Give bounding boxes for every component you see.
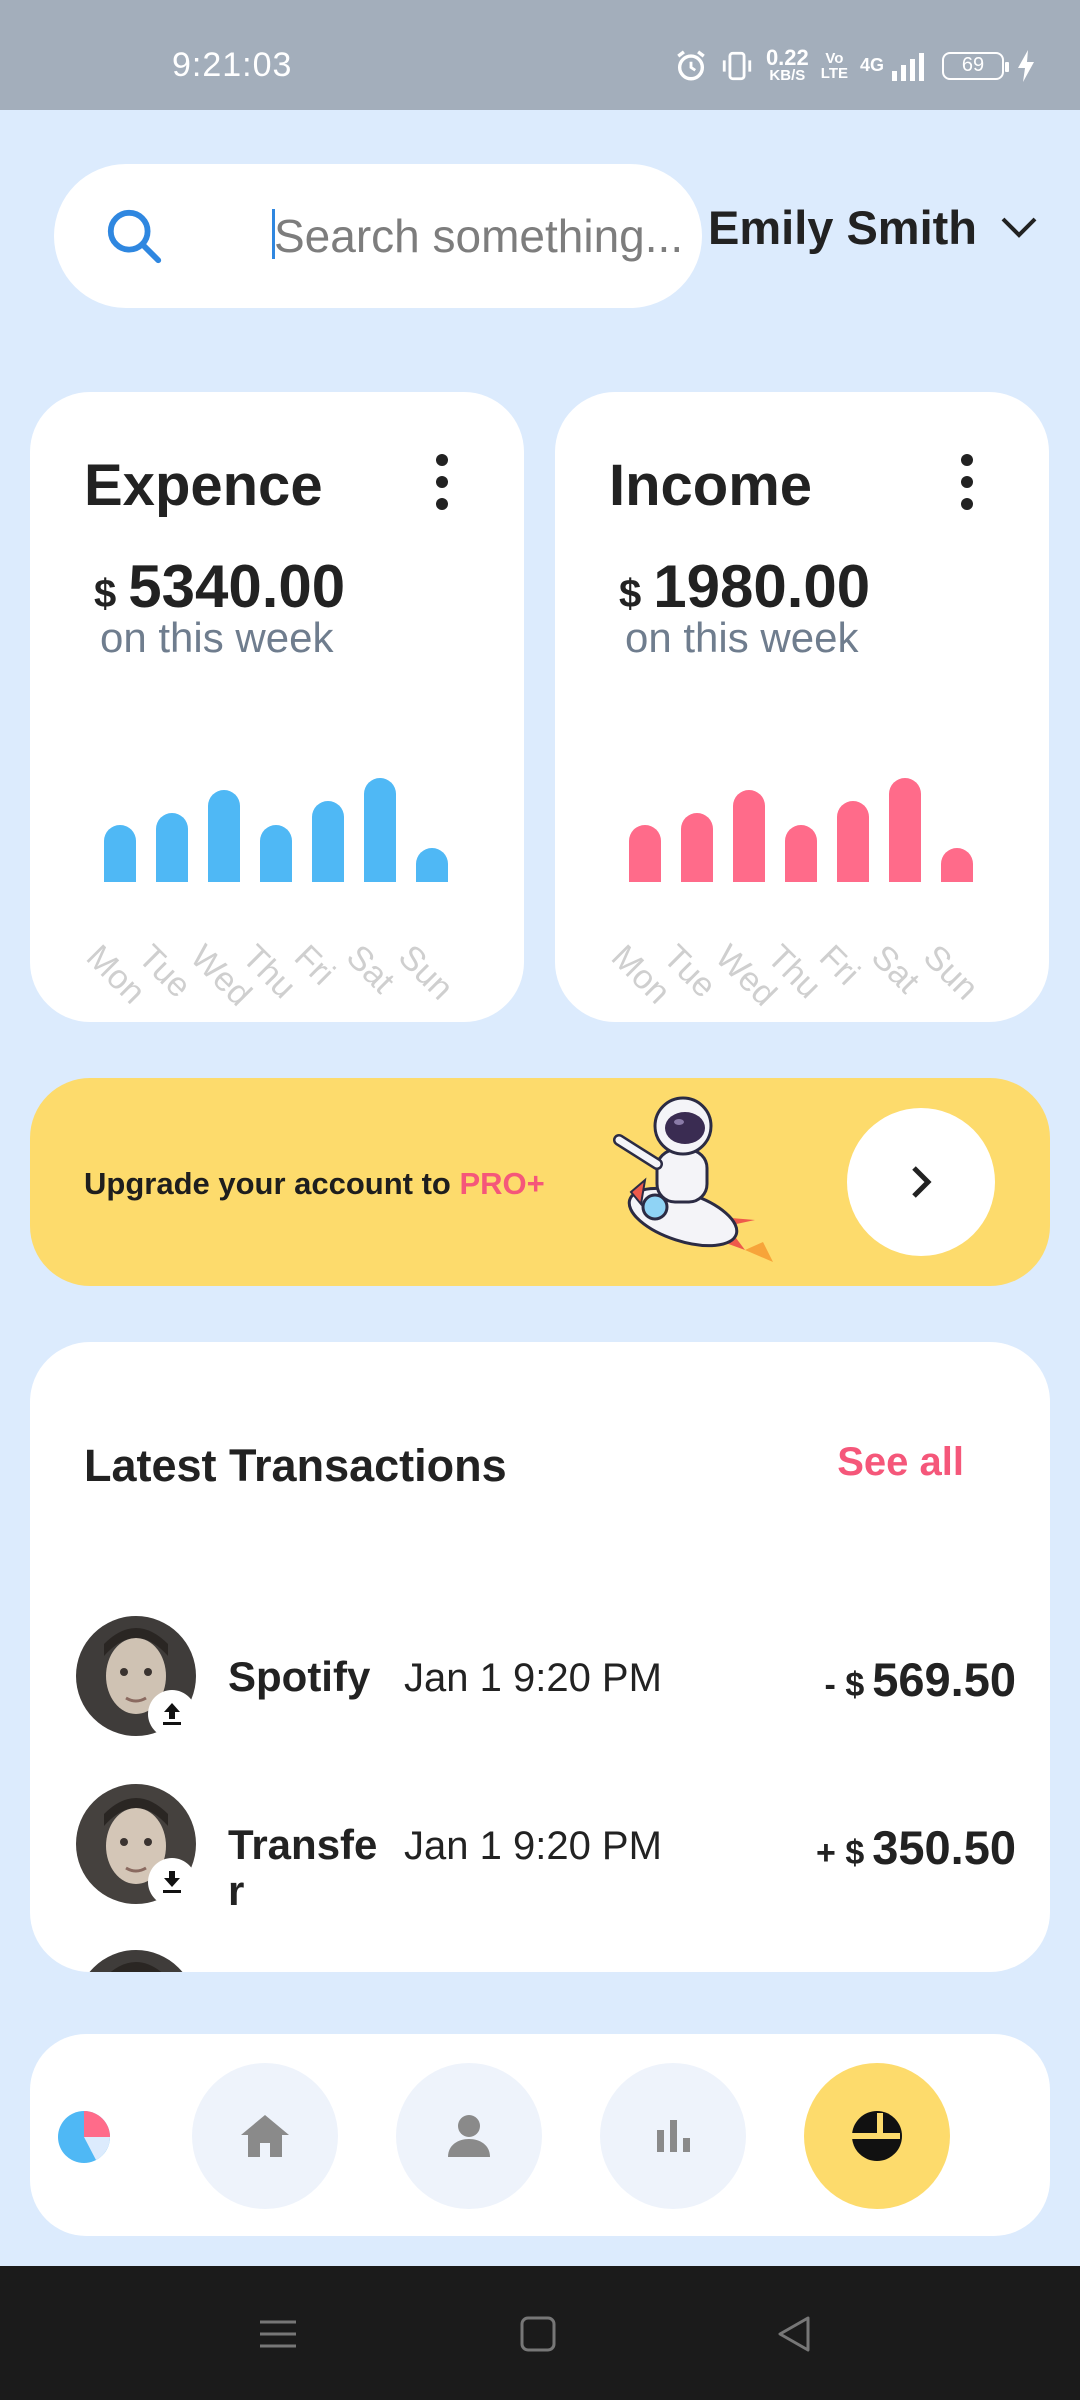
vibrate-icon (722, 51, 752, 80)
battery-indicator: 69 (942, 51, 1009, 80)
chart-bar-wed (733, 790, 765, 882)
bar-chart-icon (657, 2120, 690, 2152)
net-speed-unit: KB/S (769, 67, 806, 84)
search-bar[interactable] (54, 164, 702, 308)
search-icon (107, 209, 162, 264)
chart-bar-thu (260, 825, 292, 882)
chart-bar-tue (681, 813, 713, 882)
status-icons: 0.22 KB/S Vo LTE 4G 69 (674, 45, 1036, 84)
currency-symbol: $ (94, 572, 117, 616)
more-options-icon[interactable] (430, 454, 454, 510)
home-icon (241, 2115, 289, 2157)
chart-bar-mon (104, 825, 136, 882)
network-type: 4G (859, 55, 884, 75)
day-label: Sun (390, 937, 461, 1008)
upgrade-text: Upgrade your account to PRO+ (84, 1166, 545, 1202)
card-title: Expence (84, 453, 323, 518)
home-square-icon[interactable] (514, 2310, 562, 2358)
pro-plus-label: PRO+ (459, 1166, 545, 1201)
amount-sign: - $ (824, 1666, 865, 1704)
upgrade-label: Upgrade your account to (84, 1166, 460, 1201)
card-amount: $ 1980.00 (619, 552, 870, 621)
volte-bottom: LTE (820, 64, 848, 82)
nav-wallet[interactable] (804, 2063, 950, 2209)
download-icon (148, 1858, 196, 1906)
volte-top: Vo (825, 49, 844, 67)
volte-indicator: Vo LTE (821, 51, 848, 81)
search-input[interactable] (274, 204, 694, 268)
amount-value: 5340.00 (128, 553, 346, 620)
battery-level: 69 (961, 54, 985, 76)
person-icon (448, 2115, 490, 2157)
nav-home[interactable] (192, 2063, 338, 2209)
currency-symbol: $ (619, 572, 642, 616)
transaction-date: Jan 1 9:20 PM (404, 1656, 662, 1700)
amount-value: 1980.00 (653, 553, 871, 620)
nav-stats[interactable] (600, 2063, 746, 2209)
expense-card[interactable]: Expence $ 5340.00 on this week Mon Tue Wed… (30, 392, 524, 1022)
chart-bar-sat (364, 778, 396, 882)
status-time: 9:21:03 (172, 46, 293, 84)
chart-bar-fri (312, 801, 344, 882)
transaction-row[interactable]: Spotify Jan 1 9:20 PM - $ 569.50 (76, 1616, 1016, 1738)
chart-bar-sun (941, 848, 973, 882)
section-title: Latest Transactions (84, 1440, 507, 1491)
charging-icon (1018, 49, 1034, 82)
astronaut-rocket-illustration (613, 1096, 773, 1262)
nav-profile[interactable] (396, 2063, 542, 2209)
chevron-right-icon (912, 1166, 932, 1198)
user-menu[interactable]: Emily Smith (708, 200, 1039, 255)
card-title: Income (609, 453, 813, 518)
transaction-label: Transfer (228, 1821, 378, 1914)
more-options-icon[interactable] (955, 454, 979, 510)
amount-value: 569.50 (872, 1653, 1016, 1706)
chart-bar-sun (416, 848, 448, 882)
upgrade-banner[interactable]: Upgrade your account to PRO+ (30, 1078, 1050, 1286)
bottom-navigation (30, 2034, 1050, 2236)
card-period: on this week (100, 614, 334, 661)
net-speed-value: 0.22 (765, 45, 809, 70)
day-label: Sat (338, 937, 402, 1001)
chevron-down-icon (1001, 217, 1037, 238)
alarm-icon (677, 49, 705, 80)
avatar (76, 1950, 196, 1972)
upload-icon (148, 1690, 196, 1738)
chart-bar-thu (785, 825, 817, 882)
income-card[interactable]: Income $ 1980.00 on this week Mon Tue Wed T… (555, 392, 1049, 1022)
chart-bar-mon (629, 825, 661, 882)
transaction-row[interactable]: Transfer Jan 1 9:20 PM + $ 350.50 (76, 1784, 1016, 1914)
card-period: on this week (625, 614, 859, 661)
transaction-amount: + $ 350.50 (816, 1820, 1016, 1875)
chart-bar-fri (837, 801, 869, 882)
day-label: Sun (915, 937, 986, 1008)
see-all-link[interactable]: See all (837, 1440, 964, 1485)
transaction-date: Jan 1 9:20 PM (404, 1824, 662, 1868)
weekly-bar-chart (629, 752, 1009, 882)
system-navigation-bar (0, 2266, 1080, 2400)
pie-chart-icon (852, 2111, 902, 2161)
upgrade-button[interactable] (847, 1108, 995, 1256)
transaction-amount: - $ 569.50 (825, 1652, 1016, 1707)
card-amount: $ 5340.00 (94, 552, 345, 621)
net-speed: 0.22 KB/S (765, 45, 809, 84)
latest-transactions-card: Latest Transactions See all Spotify Jan … (30, 1342, 1050, 1972)
back-icon[interactable] (770, 2310, 818, 2358)
status-bar: 9:21:03 0.22 KB/S Vo LTE 4G 69 (0, 0, 1080, 110)
day-label: Sat (863, 937, 927, 1001)
chart-bar-tue (156, 813, 188, 882)
pie-chart-logo-icon (58, 2111, 110, 2163)
chart-bar-sat (889, 778, 921, 882)
menu-icon[interactable] (254, 2310, 302, 2358)
amount-sign: + $ (816, 1834, 865, 1872)
user-name: Emily Smith (708, 201, 978, 254)
weekly-bar-chart (104, 752, 484, 882)
transaction-label: Spotify (228, 1653, 371, 1700)
amount-value: 350.50 (872, 1821, 1016, 1874)
chart-bar-wed (208, 790, 240, 882)
signal-icon (892, 52, 924, 81)
